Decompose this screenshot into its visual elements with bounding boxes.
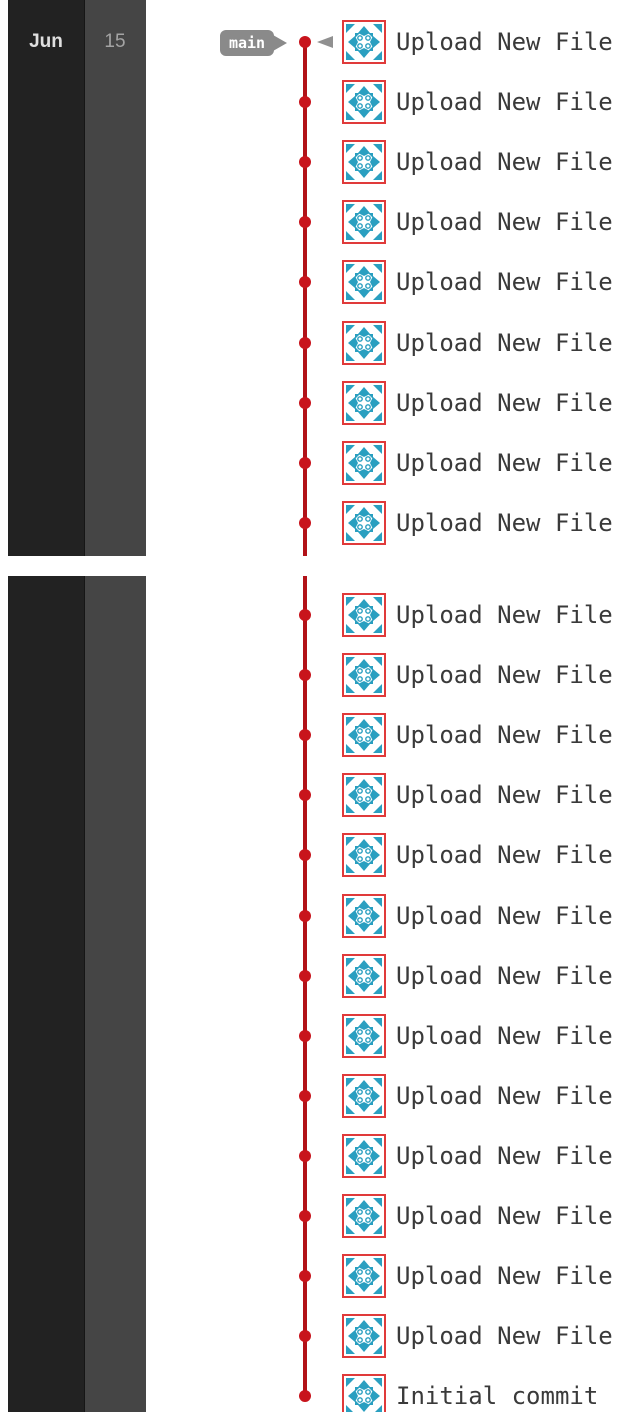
- commit-node[interactable]: [299, 396, 311, 409]
- commit-message[interactable]: Upload New File: [396, 1194, 613, 1238]
- commit-message[interactable]: Upload New File: [396, 441, 613, 485]
- identicon-avatar-icon[interactable]: [342, 893, 386, 938]
- commit-node[interactable]: [299, 609, 311, 621]
- commit-message[interactable]: Upload New File: [396, 894, 613, 938]
- identicon-avatar-icon[interactable]: [342, 320, 386, 365]
- date-month-column: [8, 0, 84, 556]
- commit-graph-panel-bottom: Upload New File Upload New File Upload New…: [0, 576, 634, 1412]
- identicon-avatar-icon[interactable]: [342, 773, 386, 818]
- identicon-avatar-icon[interactable]: [342, 380, 386, 425]
- commit-message[interactable]: Upload New File: [396, 653, 613, 697]
- identicon-avatar-icon[interactable]: [342, 500, 386, 545]
- identicon-avatar-icon[interactable]: [342, 1194, 386, 1238]
- commit-message[interactable]: Upload New File: [396, 773, 613, 817]
- identicon-avatar-icon[interactable]: [342, 1254, 386, 1299]
- commit-node[interactable]: [299, 1210, 311, 1222]
- commit-message[interactable]: Upload New File: [396, 321, 613, 365]
- identicon-avatar-icon[interactable]: [342, 1314, 386, 1359]
- identicon-avatar-icon[interactable]: [342, 593, 386, 637]
- commit-message[interactable]: Upload New File: [396, 833, 613, 877]
- commit-message[interactable]: Upload New File: [396, 1074, 613, 1118]
- branch-name-label: main: [228, 34, 266, 52]
- commit-message[interactable]: Upload New File: [396, 381, 613, 425]
- commit-node[interactable]: [299, 216, 311, 229]
- commit-message[interactable]: Upload New File: [396, 501, 613, 545]
- commit-node[interactable]: [299, 849, 311, 862]
- commit-message[interactable]: Upload New File: [396, 1254, 613, 1298]
- commit-node[interactable]: [299, 456, 311, 469]
- commit-node[interactable]: [299, 1149, 311, 1162]
- commit-node[interactable]: [299, 1029, 311, 1042]
- commit-message[interactable]: Upload New File: [396, 140, 613, 184]
- commit-message[interactable]: Upload New File: [396, 713, 613, 757]
- branch-tag-arrow-icon: [273, 35, 287, 51]
- commit-node[interactable]: [299, 669, 311, 682]
- commit-message[interactable]: Upload New File: [396, 1014, 613, 1058]
- commit-message[interactable]: Upload New File: [396, 593, 613, 637]
- commit-message[interactable]: Upload New File: [396, 20, 613, 64]
- commit-node[interactable]: [299, 36, 311, 48]
- commit-node[interactable]: [299, 1089, 311, 1102]
- commit-node[interactable]: [299, 1330, 311, 1343]
- identicon-avatar-icon[interactable]: [342, 80, 386, 125]
- commit-node[interactable]: [299, 1270, 311, 1283]
- identicon-avatar-icon[interactable]: [342, 200, 386, 245]
- date-day-column: [84, 0, 146, 556]
- commit-node[interactable]: [299, 909, 311, 922]
- commit-node[interactable]: [299, 516, 311, 529]
- date-month-column: [8, 576, 84, 1412]
- identicon-avatar-icon[interactable]: [342, 953, 386, 998]
- commit-node[interactable]: [299, 96, 311, 109]
- commit-node[interactable]: [299, 1390, 311, 1403]
- commit-message[interactable]: Upload New File: [396, 1314, 613, 1358]
- identicon-avatar-icon[interactable]: [342, 140, 386, 185]
- commit-node[interactable]: [299, 336, 311, 349]
- identicon-avatar-icon[interactable]: [342, 1013, 386, 1058]
- commit-graph-panel-top: Jun 15 main Upload New File Upload New Fi…: [0, 0, 634, 556]
- identicon-avatar-icon[interactable]: [342, 1133, 386, 1178]
- commit-message[interactable]: Upload New File: [396, 954, 613, 998]
- date-day-column: [84, 576, 146, 1412]
- date-month-label: Jun: [29, 31, 63, 52]
- commit-node[interactable]: [299, 969, 311, 982]
- commit-node[interactable]: [299, 789, 311, 802]
- identicon-avatar-icon[interactable]: [342, 1073, 386, 1118]
- commit-message[interactable]: Upload New File: [396, 260, 613, 304]
- commit-message[interactable]: Upload New File: [396, 200, 613, 244]
- identicon-avatar-icon[interactable]: [342, 1374, 386, 1412]
- identicon-avatar-icon[interactable]: [342, 833, 386, 878]
- commit-message[interactable]: Upload New File: [396, 1134, 613, 1178]
- identicon-avatar-icon[interactable]: [342, 713, 386, 758]
- triangle-left-icon: [317, 36, 333, 48]
- branch-graph-line: [303, 42, 307, 556]
- identicon-avatar-icon[interactable]: [342, 260, 386, 305]
- commit-message[interactable]: Upload New File: [396, 80, 613, 124]
- commit-node[interactable]: [299, 156, 311, 169]
- identicon-avatar-icon[interactable]: [342, 653, 386, 698]
- identicon-avatar-icon[interactable]: [342, 440, 386, 485]
- date-day-label: 15: [104, 31, 126, 52]
- commit-node[interactable]: [299, 729, 311, 742]
- commit-message[interactable]: Initial commit: [396, 1374, 598, 1412]
- identicon-avatar-icon[interactable]: [342, 20, 386, 64]
- commit-node[interactable]: [299, 276, 311, 289]
